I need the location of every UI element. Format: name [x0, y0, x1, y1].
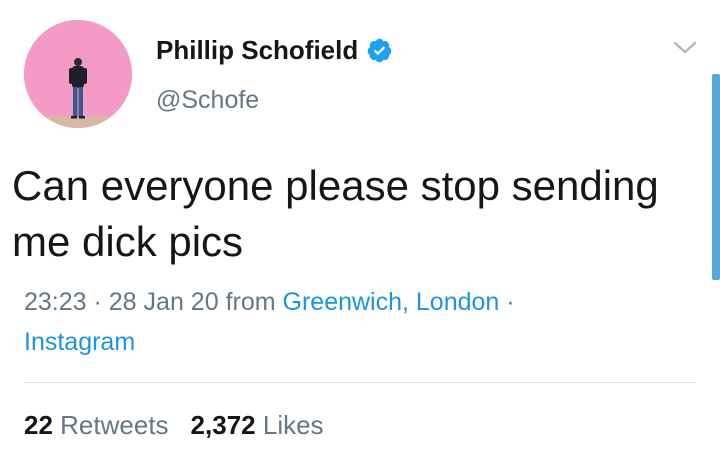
from-label: from	[225, 288, 276, 316]
avatar[interactable]	[24, 20, 132, 128]
tweet-time[interactable]: 23:23	[24, 288, 87, 316]
tweet-date[interactable]: 28 Jan 20	[109, 288, 219, 316]
location-link[interactable]: Greenwich, London	[283, 288, 500, 316]
scrollbar[interactable]	[712, 74, 720, 280]
verified-badge-icon	[366, 37, 393, 64]
display-name[interactable]: Phillip Schofield	[156, 35, 358, 66]
tweet-text: Can everyone please stop sending me dick…	[12, 162, 659, 265]
avatar-photo	[24, 20, 132, 128]
likes-stat[interactable]: 2,372 Likes	[191, 410, 324, 440]
tweet-card: Phillip Schofield @Schofe Can everyone p…	[0, 0, 720, 467]
retweets-count: 22	[24, 410, 53, 440]
tweet-meta: 23:23 · 28 Jan 20 from Greenwich, London…	[24, 282, 704, 362]
divider	[24, 382, 696, 383]
user-handle[interactable]: @Schofe	[156, 86, 259, 115]
meta-separator-2: ·	[499, 288, 515, 316]
retweets-stat[interactable]: 22 Retweets	[24, 410, 169, 440]
likes-label: Likes	[262, 410, 324, 440]
chevron-down-icon[interactable]	[670, 36, 700, 60]
name-row: Phillip Schofield	[156, 34, 393, 66]
meta-separator: ·	[86, 288, 109, 316]
source-link[interactable]: Instagram	[24, 328, 135, 356]
tweet-stats: 22 Retweets 2,372 Likes	[24, 410, 324, 441]
likes-count: 2,372	[190, 410, 256, 440]
retweets-label: Retweets	[60, 410, 169, 440]
